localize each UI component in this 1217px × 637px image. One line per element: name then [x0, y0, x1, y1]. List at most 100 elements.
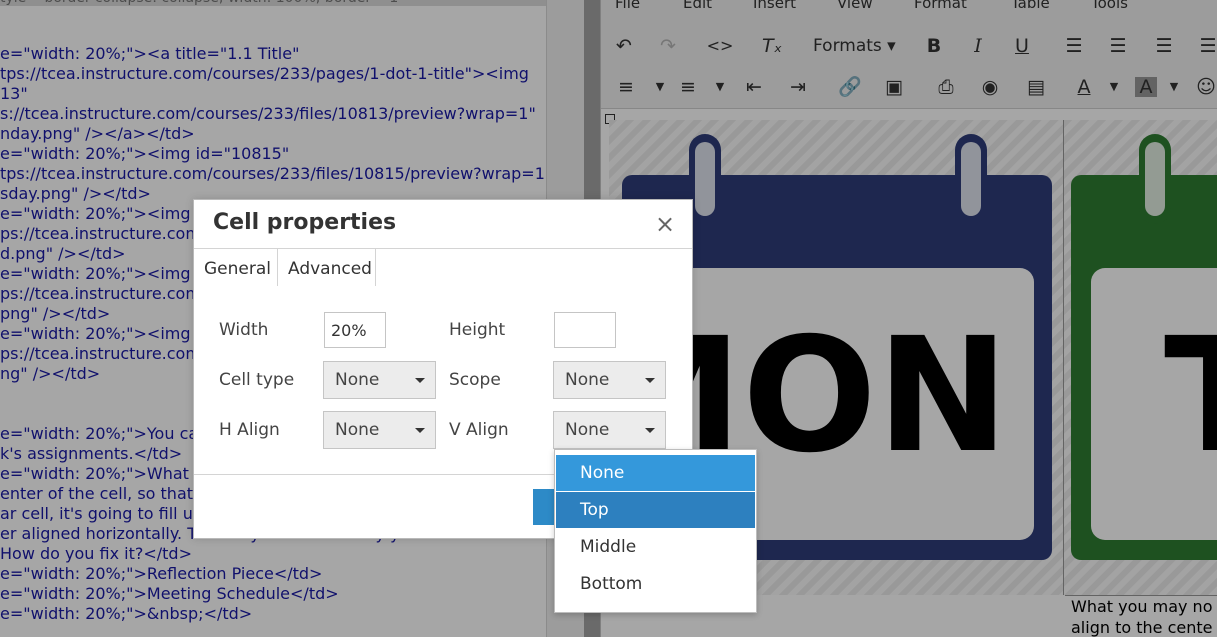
table-cell-text[interactable]: What you may no align to the cente	[1065, 595, 1217, 637]
menu-table[interactable]: Table	[1011, 0, 1050, 12]
scope-value: None	[565, 370, 610, 390]
numbered-list-chevron-down-icon[interactable]: ▼	[705, 73, 735, 101]
chevron-down-icon	[415, 428, 425, 433]
v-align-select[interactable]: None	[553, 411, 666, 449]
source-line-text: e="width: 20%;"><img id=	[0, 324, 224, 343]
text-color-icon[interactable]: A	[1069, 73, 1099, 101]
cell-text-content: What you may no align to the cente	[1071, 597, 1213, 637]
source-line: ps://tcea.instructure.com/	[0, 224, 206, 244]
tuesday-calendar-text: T	[1164, 304, 1217, 488]
scope-select[interactable]: None	[553, 361, 666, 399]
source-line: How do you fix it?</td>	[0, 544, 192, 564]
media-icon[interactable]: ▤	[1021, 73, 1051, 101]
source-line-text: tps://tcea.instructure.com/courses/233/p…	[0, 64, 529, 83]
source-line: e="width: 20%;">You can	[0, 424, 208, 444]
toolbar: ↶ ↷ <> Tₓ Formats ▾ B I U ☰ ☰ ☰ ☰ ≡ ▼ ≡ …	[601, 22, 1217, 109]
close-icon[interactable]: ×	[655, 210, 675, 238]
menu-format[interactable]: Format	[914, 0, 967, 12]
menubar: File Edit Insert View Format Table Tools	[601, 0, 1217, 22]
source-line: e="width: 20%;"><img id=	[0, 264, 224, 284]
source-line: e="width: 20%;">&nbsp;</td>	[0, 604, 252, 624]
background-color-icon[interactable]: A	[1135, 77, 1157, 97]
chevron-down-icon	[645, 378, 655, 383]
source-line: tps://tcea.instructure.com/courses/233/f…	[0, 164, 552, 184]
source-line-text: nday.png" /></a></td>	[0, 124, 195, 143]
menu-tools[interactable]: Tools	[1091, 0, 1128, 12]
scope-label: Scope	[449, 370, 501, 390]
align-center-icon[interactable]: ☰	[1103, 32, 1133, 60]
underline-icon[interactable]: U	[1007, 32, 1037, 60]
source-top-fragment: tyle="border-collapse: collapse; width: …	[0, 0, 405, 8]
text-color-chevron-down-icon[interactable]: ▼	[1099, 73, 1129, 101]
v-align-option-top[interactable]: Top	[556, 492, 755, 528]
redo-icon[interactable]: ↷	[653, 32, 683, 60]
source-line: e="width: 20%;"><img id=	[0, 324, 224, 344]
source-line: enter of the cell, so that if	[0, 484, 208, 504]
source-line-text: e="width: 20%;">Reflection Piece</td>	[0, 564, 323, 583]
outdent-icon[interactable]: ⇤	[739, 73, 769, 101]
width-field[interactable]	[324, 312, 386, 348]
height-label: Height	[449, 320, 506, 340]
menu-view[interactable]: View	[837, 0, 873, 12]
source-line: e="width: 20%;"><img id="10815"	[0, 144, 289, 164]
source-line: ar cell, it's going to fill up t	[0, 504, 214, 524]
image-icon[interactable]: ▣	[879, 73, 909, 101]
align-right-icon[interactable]: ☰	[1149, 32, 1179, 60]
width-label: Width	[219, 320, 269, 340]
menu-file[interactable]: File	[615, 0, 640, 12]
numbered-list-icon[interactable]: ≡	[673, 73, 703, 101]
align-left-icon[interactable]: ☰	[1059, 32, 1089, 60]
source-line-text: e="width: 20%;"><img id=	[0, 204, 224, 223]
tab-advanced[interactable]: Advanced	[278, 249, 376, 286]
bullet-list-chevron-down-icon[interactable]: ▼	[645, 73, 675, 101]
preview-icon[interactable]: ◉	[975, 73, 1005, 101]
dialog-title: Cell properties	[213, 210, 397, 235]
source-line-text: e="width: 20%;">Meeting Schedule</td>	[0, 584, 339, 603]
source-line-text: sday.png" /></td>	[0, 184, 151, 203]
italic-icon[interactable]: I	[963, 32, 993, 60]
source-line: ps://tcea.instructure.com/	[0, 344, 206, 364]
source-line-text: e="width: 20%;">You can	[0, 424, 209, 443]
source-line-text: How do you fix it?</td>	[0, 544, 192, 563]
v-align-option-middle[interactable]: Middle	[556, 529, 755, 565]
link-icon[interactable]: 🔗	[835, 73, 865, 101]
source-line-text: tps://tcea.instructure.com/courses/233/f…	[0, 164, 553, 183]
v-align-option-bottom[interactable]: Bottom	[556, 566, 755, 602]
source-line: e="width: 20%;">Reflection Piece</td>	[0, 564, 322, 584]
print-icon[interactable]: ⎙	[931, 73, 961, 101]
chevron-down-icon	[645, 428, 655, 433]
height-field[interactable]	[554, 312, 616, 348]
bullet-list-icon[interactable]: ≡	[611, 73, 641, 101]
source-line: ng" /></td>	[0, 364, 100, 384]
h-align-label: H Align	[219, 420, 280, 440]
menu-insert[interactable]: Insert	[753, 0, 796, 12]
menu-edit[interactable]: Edit	[683, 0, 712, 12]
formats-dropdown[interactable]: Formats ▾	[813, 36, 896, 56]
undo-icon[interactable]: ↶	[609, 32, 639, 60]
h-align-select[interactable]: None	[323, 411, 436, 449]
cell-type-select[interactable]: None	[323, 361, 436, 399]
tab-general[interactable]: General	[194, 249, 278, 286]
source-line-text: ps://tcea.instructure.com/	[0, 344, 207, 363]
source-line-text: d.png" /></td>	[0, 244, 126, 263]
table-cell-tuesday[interactable]: T	[1064, 120, 1217, 595]
source-code-icon[interactable]: <>	[705, 32, 735, 60]
formats-label: Formats	[813, 36, 882, 56]
clear-formatting-icon[interactable]: Tₓ	[757, 32, 787, 60]
v-align-option-none[interactable]: None	[556, 455, 755, 491]
source-line: png" /></td>	[0, 304, 110, 324]
h-align-value: None	[335, 420, 380, 440]
source-line-text: ar cell, it's going to fill up t	[0, 504, 215, 523]
background-color-chevron-down-icon[interactable]: ▼	[1159, 73, 1189, 101]
source-line-text: enter of the cell, so that if	[0, 484, 209, 503]
align-justify-icon[interactable]: ☰	[1193, 32, 1217, 60]
source-line: tps://tcea.instructure.com/courses/233/p…	[0, 64, 529, 84]
indent-icon[interactable]: ⇥	[783, 73, 813, 101]
source-line-text: e="width: 20%;"><a title="1.1 Title"	[0, 44, 300, 63]
monday-calendar-ring-inner-left	[695, 142, 715, 216]
source-line-text: e="width: 20%;"><img id=	[0, 264, 224, 283]
tuesday-calendar-image: T	[1071, 134, 1217, 560]
emoticons-icon[interactable]: ☺	[1191, 73, 1217, 101]
bold-icon[interactable]: B	[919, 32, 949, 60]
source-line-text: png" /></td>	[0, 304, 111, 323]
